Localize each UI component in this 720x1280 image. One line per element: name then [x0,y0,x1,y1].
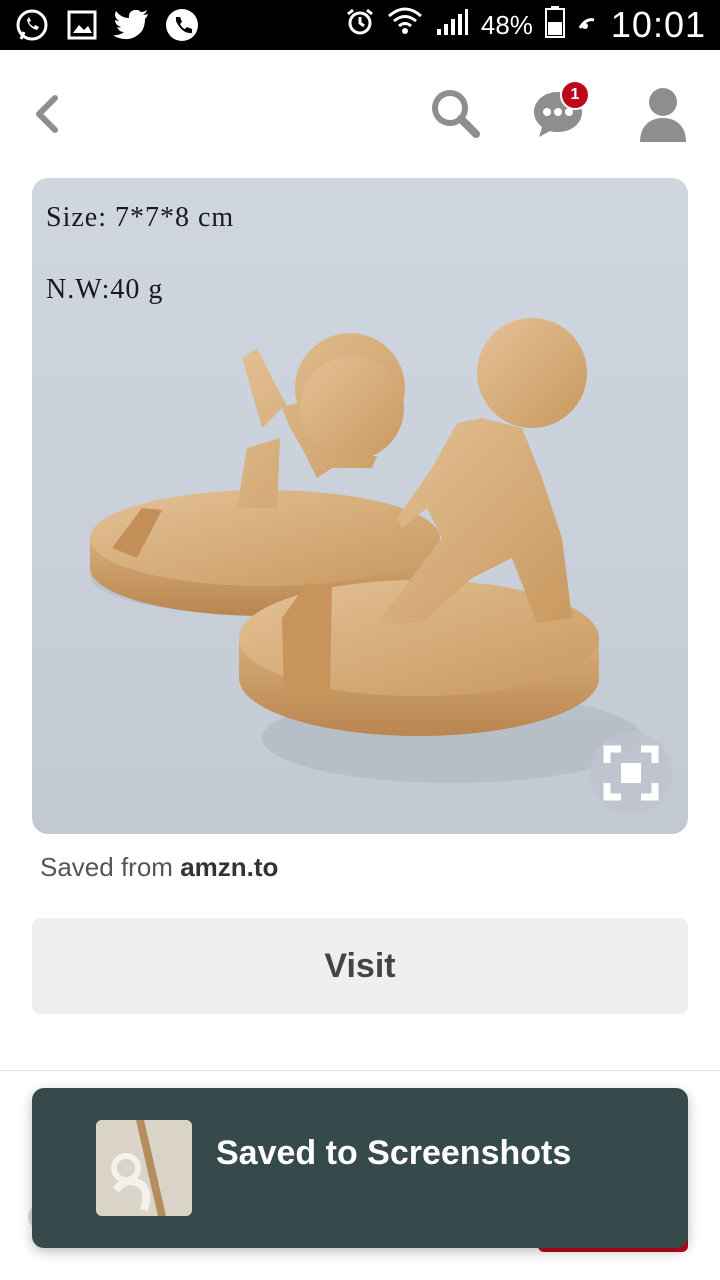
image-weight-text: N.W:40 g [46,274,164,305]
image-size-text: Size: 7*7*8 cm [46,202,235,233]
pin-image[interactable]: Size: 7*7*8 cm N.W:40 g [32,178,688,834]
user-icon [640,88,686,142]
saved-from-domain[interactable]: amzn.to [180,852,278,882]
battery-percent: 48% [480,9,533,40]
thumbnail-image [96,1120,192,1216]
expand-icon [603,745,659,801]
gallery-icon [64,7,100,43]
network-indicator-icon [577,10,599,41]
visit-button[interactable]: Visit [32,918,688,1014]
toast-thumbnail [96,1120,192,1216]
status-bar: 48% 10:01 [0,0,720,50]
signal-icon [435,7,469,44]
divider [0,1070,720,1071]
search-button[interactable] [428,86,482,140]
saved-toast[interactable]: Saved to Screenshots [32,1088,688,1248]
whatsapp-icon [14,7,50,43]
battery-icon [544,5,565,45]
visual-search-button[interactable] [590,732,672,814]
toast-message: Saved to Screenshots [216,1133,572,1172]
search-icon [432,90,480,138]
top-bar: 1 [0,50,720,180]
clock: 10:01 [610,4,706,45]
profile-button[interactable] [636,84,690,144]
alarm-icon [345,7,375,44]
saved-from-prefix: Saved from [40,852,173,882]
saved-from-text: Saved from amzn.to [40,852,278,883]
phone-icon [164,7,200,43]
twitter-icon [114,7,150,43]
back-button[interactable] [24,90,68,138]
chevron-left-icon [36,95,58,133]
wifi-icon [387,6,423,45]
notification-badge: 1 [560,80,590,110]
